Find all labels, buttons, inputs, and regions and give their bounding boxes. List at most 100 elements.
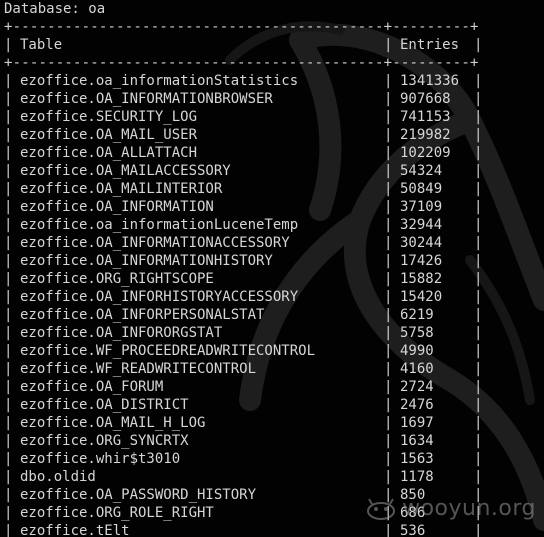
column-header-entries: Entries	[400, 37, 460, 53]
column-separator: |	[384, 361, 393, 377]
column-separator: |	[384, 433, 393, 449]
column-separator: |	[474, 253, 483, 269]
column-separator: |	[4, 109, 13, 125]
column-separator: |	[384, 73, 393, 89]
column-separator: |	[4, 199, 13, 215]
table-name-cell: ezoffice.tElt	[20, 523, 130, 537]
table-row: | ezoffice.OA_INFORHISTORYACCESSORY | 15420…	[0, 288, 544, 306]
table-row: | ezoffice.ORG_RIGHTSCOPE | 15882 |	[0, 270, 544, 288]
column-separator: |	[4, 415, 13, 431]
table-row: | ezoffice.tElt | 536 |	[0, 522, 544, 537]
column-separator: |	[4, 307, 13, 323]
column-separator: |	[4, 181, 13, 197]
table-header-row: | Table | Entries |	[0, 36, 544, 54]
table-name-cell: ezoffice.ORG_ROLE_RIGHT	[20, 505, 214, 521]
column-separator: |	[4, 397, 13, 413]
column-separator: |	[474, 361, 483, 377]
entries-cell: 54324	[400, 163, 443, 179]
column-separator: |	[4, 451, 13, 467]
table-row: | ezoffice.WF_PROCEEDREADWRITECONTROL | 499…	[0, 342, 544, 360]
entries-cell: 1634	[400, 433, 434, 449]
entries-cell: 907668	[400, 91, 451, 107]
column-separator: |	[4, 37, 13, 53]
column-separator: |	[4, 289, 13, 305]
table-name-cell: ezoffice.OA_FORUM	[20, 379, 164, 395]
column-separator: |	[4, 469, 13, 485]
table-row: | ezoffice.OA_ALLATTACH | 102209 |	[0, 144, 544, 162]
column-separator: |	[474, 469, 483, 485]
table-name-cell: ezoffice.OA_INFORMATIONACCESSORY	[20, 235, 290, 251]
table-name-cell: ezoffice.oa_informationLuceneTemp	[20, 217, 299, 233]
table-row: | ezoffice.OA_MAIL_H_LOG | 1697 |	[0, 414, 544, 432]
column-separator: |	[474, 325, 483, 341]
column-separator: |	[474, 163, 483, 179]
table-name-cell: ezoffice.OA_INFORPERSONALSTAT	[20, 307, 265, 323]
column-separator: |	[474, 307, 483, 323]
column-separator: |	[4, 325, 13, 341]
table-row: | ezoffice.ORG_SYNCRTX | 1634 |	[0, 432, 544, 450]
table-name-cell: ezoffice.OA_ALLATTACH	[20, 145, 198, 161]
column-separator: |	[4, 145, 13, 161]
entries-cell: 2476	[400, 397, 434, 413]
table-name-cell: ezoffice.OA_INFORMATIONBROWSER	[20, 91, 273, 107]
column-separator: |	[4, 343, 13, 359]
entries-cell: 1341336	[400, 73, 460, 89]
column-separator: |	[384, 307, 393, 323]
column-header-table: Table	[20, 37, 63, 53]
entries-cell: 536	[400, 523, 426, 537]
table-row: | ezoffice.OA_INFORMATION | 37109 |	[0, 198, 544, 216]
column-separator: |	[4, 487, 13, 503]
column-separator: |	[384, 397, 393, 413]
database-label: Database: oa	[4, 1, 106, 17]
wooyun-logo-icon	[367, 497, 396, 520]
table-row: | ezoffice.OA_MAILINTERIOR | 50849 |	[0, 180, 544, 198]
table-name-cell: ezoffice.oa_informationStatistics	[20, 73, 299, 89]
column-separator: |	[4, 523, 13, 537]
table-name-cell: ezoffice.OA_MAILACCESSORY	[20, 163, 231, 179]
column-separator: |	[474, 451, 483, 467]
entries-cell: 30244	[400, 235, 443, 251]
entries-cell: 4160	[400, 361, 434, 377]
column-separator: |	[4, 379, 13, 395]
table-name-cell: ezoffice.OA_MAIL_H_LOG	[20, 415, 206, 431]
table-name-cell: ezoffice.OA_INFORMATIONHISTORY	[20, 253, 273, 269]
table-name-cell: ezoffice.whir$t3010	[20, 451, 181, 467]
table-row: | dbo.oldid | 1178 |	[0, 468, 544, 486]
column-separator: |	[4, 505, 13, 521]
entries-cell: 32944	[400, 217, 443, 233]
column-separator: |	[384, 379, 393, 395]
entries-cell: 15420	[400, 289, 443, 305]
table-row: | ezoffice.OA_INFORPERSONALSTAT | 6219 |	[0, 306, 544, 324]
column-separator: |	[384, 253, 393, 269]
column-separator: |	[384, 289, 393, 305]
table-name-cell: ezoffice.OA_INFORORGSTAT	[20, 325, 223, 341]
watermark: wooyun.org	[366, 496, 536, 521]
entries-cell: 15882	[400, 271, 443, 287]
entries-cell: 1178	[400, 469, 434, 485]
table-row: | ezoffice.OA_FORUM | 2724 |	[0, 378, 544, 396]
table-border-mid: +---------------------------------------…	[4, 55, 479, 71]
terminal-window[interactable]: Database: oa +--------------------------…	[0, 0, 544, 537]
table-border-top: +---------------------------------------…	[4, 19, 479, 35]
column-separator: |	[384, 523, 393, 537]
table-row: | ezoffice.OA_INFORMATIONHISTORY | 17426 |	[0, 252, 544, 270]
column-separator: |	[474, 397, 483, 413]
entries-cell: 6219	[400, 307, 434, 323]
column-separator: |	[4, 91, 13, 107]
table-name-cell: ezoffice.WF_PROCEEDREADWRITECONTROL	[20, 343, 316, 359]
column-separator: |	[384, 343, 393, 359]
column-separator: |	[384, 199, 393, 215]
column-separator: |	[474, 415, 483, 431]
table-name-cell: dbo.oldid	[20, 469, 96, 485]
entries-cell: 219982	[400, 127, 451, 143]
column-separator: |	[474, 199, 483, 215]
table-row: | ezoffice.OA_MAIL_USER | 219982 |	[0, 126, 544, 144]
column-separator: |	[4, 127, 13, 143]
column-separator: |	[474, 127, 483, 143]
table-row: | ezoffice.OA_INFORMATIONBROWSER | 907668 |	[0, 90, 544, 108]
column-separator: |	[384, 325, 393, 341]
column-separator: |	[474, 217, 483, 233]
column-separator: |	[4, 433, 13, 449]
table-name-cell: ezoffice.OA_DISTRICT	[20, 397, 189, 413]
table-name-cell: ezoffice.OA_PASSWORD_HISTORY	[20, 487, 257, 503]
